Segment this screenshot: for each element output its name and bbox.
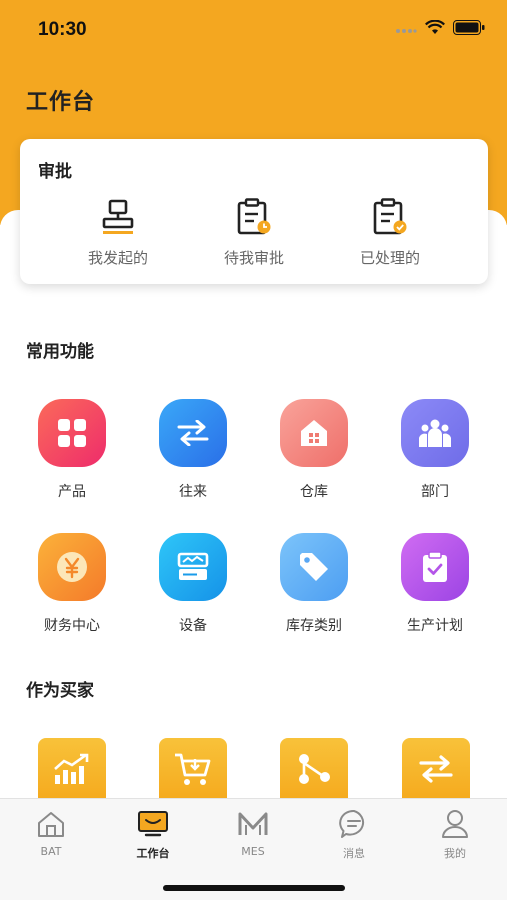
yen-coin-icon	[38, 533, 106, 601]
func-label: 设备	[179, 618, 207, 634]
tab-label: BAT	[40, 845, 62, 858]
monitor-icon	[113, 807, 193, 841]
stamp-icon	[58, 197, 178, 237]
func-label: 仓库	[300, 484, 328, 500]
status-bar: 10:30	[0, 0, 507, 60]
section-title-buyer: 作为买家	[26, 681, 94, 701]
status-icons	[395, 19, 485, 39]
tab-label: 消息	[343, 847, 365, 860]
tab-label: 工作台	[136, 847, 170, 860]
func-label: 往来	[179, 484, 207, 500]
tab-messages[interactable]: 消息	[314, 807, 394, 861]
tab-workbench[interactable]: 工作台	[113, 807, 193, 861]
user-icon	[415, 807, 495, 841]
func-label: 库存类别	[286, 618, 342, 634]
approval-card: 审批 我发起的 待我审批 已处理的	[20, 139, 488, 284]
func-item-product[interactable]: 产品	[17, 399, 127, 501]
approval-item-initiated[interactable]: 我发起的	[58, 197, 178, 268]
func-item-finance[interactable]: 财务中心	[17, 533, 127, 635]
exchange-icon	[159, 399, 227, 467]
func-label: 部门	[421, 484, 449, 500]
cart-icon[interactable]	[159, 738, 227, 800]
clipboard-done-icon	[330, 197, 450, 237]
clipboard-pending-icon	[194, 197, 314, 237]
func-item-contacts[interactable]: 往来	[138, 399, 248, 501]
signal-icon	[395, 20, 417, 39]
tag-icon	[280, 533, 348, 601]
func-item-stock-category[interactable]: 库存类别	[259, 533, 369, 635]
tab-label: 我的	[444, 847, 466, 860]
func-item-department[interactable]: 部门	[380, 399, 490, 501]
device-icon	[159, 533, 227, 601]
approval-label: 已处理的	[359, 249, 420, 267]
approval-item-pending[interactable]: 待我审批	[194, 197, 314, 268]
tab-profile[interactable]: 我的	[415, 807, 495, 861]
approval-item-processed[interactable]: 已处理的	[330, 197, 450, 268]
share-nodes-icon[interactable]	[280, 738, 348, 800]
page-title: 工作台	[26, 90, 96, 115]
func-label: 生产计划	[407, 618, 463, 634]
tab-bat[interactable]: BAT	[11, 807, 91, 858]
approval-title: 审批	[38, 162, 72, 182]
home-icon	[11, 807, 91, 841]
status-time: 10:30	[38, 19, 87, 40]
swap-icon[interactable]	[402, 738, 470, 800]
team-icon	[401, 399, 469, 467]
grid-icon	[38, 399, 106, 467]
func-item-device[interactable]: 设备	[138, 533, 248, 635]
func-item-production-plan[interactable]: 生产计划	[380, 533, 490, 635]
chat-icon	[314, 807, 394, 841]
growth-chart-icon[interactable]	[38, 738, 106, 800]
section-title-common: 常用功能	[26, 342, 94, 362]
approval-label: 我发起的	[87, 249, 148, 267]
clipboard-check-icon	[401, 533, 469, 601]
approval-label: 待我审批	[223, 249, 284, 267]
func-label: 财务中心	[44, 618, 100, 634]
tab-mes[interactable]: MES	[213, 807, 293, 858]
battery-icon	[453, 20, 485, 39]
warehouse-icon	[280, 399, 348, 467]
wifi-icon	[425, 19, 445, 39]
m-logo-icon	[213, 807, 293, 841]
tab-label: MES	[241, 845, 265, 858]
home-indicator	[163, 885, 345, 891]
func-item-warehouse[interactable]: 仓库	[259, 399, 369, 501]
func-label: 产品	[58, 484, 86, 500]
